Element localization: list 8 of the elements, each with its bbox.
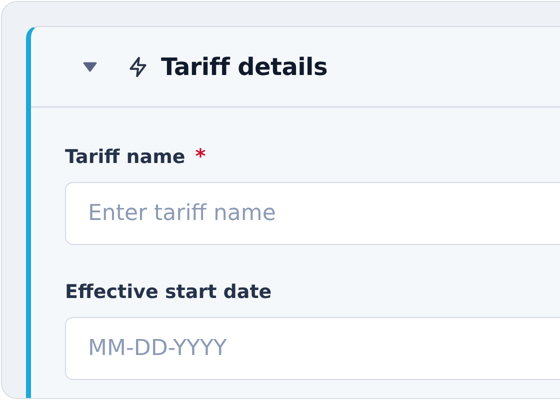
required-asterisk: * [195,144,206,168]
section-title: Tariff details [161,52,328,80]
caret-icon [83,62,97,72]
input-field[interactable]: MM-DD-YYYY [65,317,560,380]
input-field[interactable]: Enter tariff name [65,182,560,245]
field-label: Tariff name [65,146,186,168]
lightning-icon [127,54,149,78]
field-label: Effective start date [65,281,272,303]
